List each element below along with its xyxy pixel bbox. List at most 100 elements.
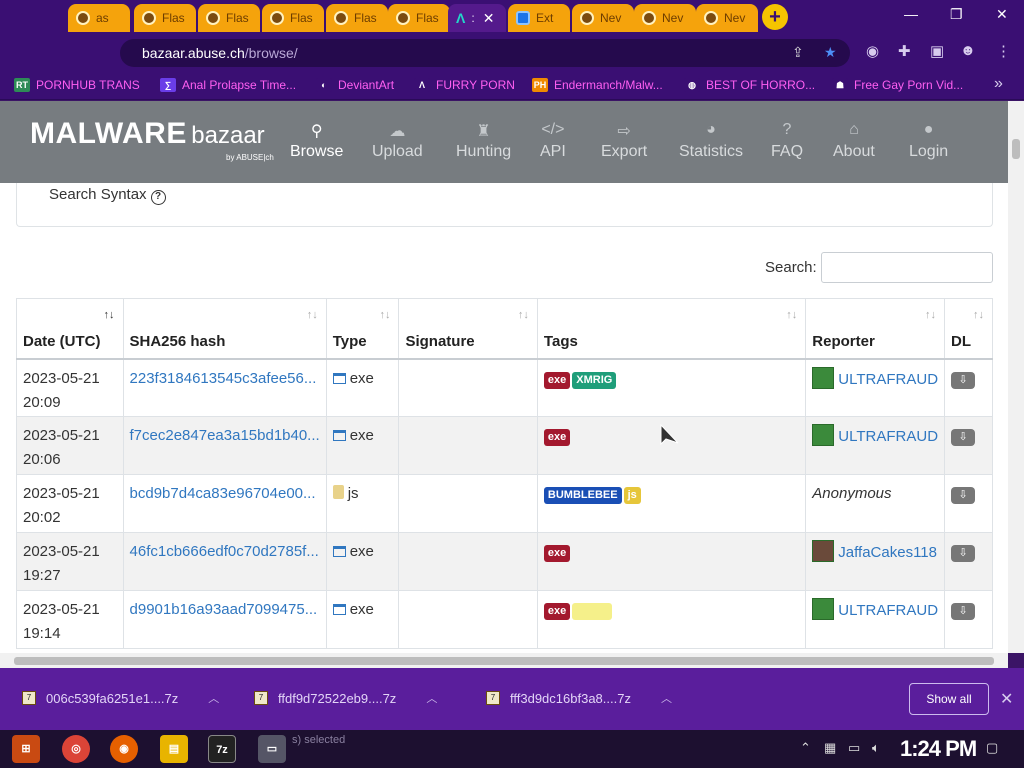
tag-badge[interactable]: exe — [543, 545, 571, 562]
nav-api[interactable]: </> API — [540, 121, 566, 161]
cloud-download-icon[interactable]: ⇩ — [951, 429, 976, 446]
minimize-icon[interactable]: — — [904, 6, 918, 22]
column-header[interactable]: Type ↑↓ — [325, 298, 400, 360]
tag-badge[interactable]: exe — [543, 429, 571, 446]
sha256-link[interactable]: 46fc1cb666edf0c70d2785f... — [130, 543, 319, 560]
nav-export[interactable]: ⇨ Export — [601, 121, 647, 161]
sidebar-icon[interactable]: ▣ — [930, 42, 944, 60]
window-taskbar-icon[interactable]: ▭ — [258, 735, 286, 763]
menu-kebab-icon[interactable]: ⋮ — [996, 42, 1011, 60]
volume-icon[interactable]: 🔈︎ — [872, 740, 880, 756]
bookmark-item[interactable]: ◍ BEST OF HORRO... — [684, 78, 815, 92]
search-input[interactable] — [821, 252, 993, 283]
browser-tab[interactable]: Flas — [262, 4, 324, 32]
chrome-taskbar-icon[interactable]: ◎ — [62, 735, 90, 763]
bookmark-item[interactable]: PH Endermanch/Malw... — [532, 78, 663, 92]
browser-tab[interactable]: Flas — [388, 4, 450, 32]
close-window-icon[interactable]: ✕ — [996, 6, 1008, 23]
browser-tab[interactable]: Nev — [696, 4, 758, 32]
tag-badge[interactable]: BUMBLEBEE — [543, 487, 622, 504]
column-header[interactable]: DL ↑↓ — [944, 298, 993, 360]
help-circle-icon[interactable]: ? — [150, 190, 166, 205]
address-bar[interactable]: bazaar.abuse.ch/browse/ ⇪ ★ — [120, 39, 850, 67]
share-icon[interactable]: ⇪ — [792, 44, 804, 61]
sha256-link[interactable]: d9901b16a93aad7099475... — [130, 601, 318, 618]
download-item[interactable]: 7 006c539fa6251e1....7z ︿ — [22, 690, 219, 706]
firefox-taskbar-icon[interactable]: ◉ — [110, 735, 138, 763]
sort-desc-icon[interactable]: ↑↓ — [104, 309, 115, 321]
column-header[interactable]: Signature ↑↓ — [398, 298, 538, 360]
cloud-download-icon[interactable]: ⇩ — [951, 371, 976, 389]
sort-icon[interactable]: ↑↓ — [379, 309, 390, 321]
browser-tab[interactable]: Λ: ✕ — [448, 4, 506, 32]
sort-icon[interactable]: ↑↓ — [518, 309, 529, 321]
bookmark-item[interactable]: ∑ Anal Prolapse Time... — [160, 78, 296, 92]
nav-statistics[interactable]: ◕ Statistics — [679, 121, 743, 161]
search-syntax-link[interactable]: Search Syntax? — [49, 186, 166, 205]
browser-tab[interactable]: Flas — [198, 4, 260, 32]
chevron-up-icon[interactable]: ︿ — [208, 690, 219, 706]
reporter-name[interactable]: ULTRAFRAUD — [838, 371, 938, 388]
bookmark-star-icon[interactable]: ★ — [824, 44, 837, 61]
browser-tab[interactable]: Flas — [326, 4, 388, 32]
show-all-downloads-button[interactable]: Show all — [909, 683, 989, 715]
horizontal-scrollbar[interactable] — [0, 653, 1008, 668]
close-download-bar-icon[interactable]: ✕ — [1000, 689, 1013, 709]
cloud-download-icon[interactable]: ⇩ — [951, 603, 976, 620]
nav-hunting[interactable]: ♜ Hunting — [456, 121, 511, 161]
sort-icon[interactable]: ↑↓ — [307, 309, 318, 321]
sha256-link[interactable]: f7cec2e847ea3a15bd1b40... — [130, 427, 320, 444]
browser-tab[interactable]: Nev — [634, 4, 696, 32]
vertical-scrollbar[interactable] — [1008, 101, 1024, 653]
restore-icon[interactable]: ❐ — [950, 6, 963, 23]
taskbar-clock[interactable]: 1:24 PM — [900, 736, 977, 762]
tray-app-icon[interactable]: ▭ — [848, 740, 860, 756]
url-text[interactable]: bazaar.abuse.ch/browse/ — [142, 45, 298, 61]
tag-badge[interactable] — [572, 603, 613, 620]
tab-close-icon[interactable]: ✕ — [483, 10, 495, 27]
bookmark-item[interactable]: RT PORNHUB TRANS — [14, 78, 140, 92]
sha256-link[interactable]: bcd9b7d4ca83e96704e00... — [130, 485, 316, 502]
reporter-name[interactable]: ULTRAFRAUD — [838, 602, 938, 619]
tag-badge[interactable]: js — [623, 487, 641, 504]
chevron-up-icon[interactable]: ︿ — [661, 690, 672, 706]
file-explorer-taskbar-icon[interactable]: ▤ — [160, 735, 188, 763]
sort-icon[interactable]: ↑↓ — [786, 309, 797, 321]
nav-browse[interactable]: ⚲ Browse — [290, 121, 343, 161]
network-icon[interactable]: ▦ — [824, 740, 836, 756]
column-header[interactable]: Reporter ↑↓ — [805, 298, 946, 360]
browser-tab[interactable]: as — [68, 4, 130, 32]
reporter-name[interactable]: ULTRAFRAUD — [838, 428, 938, 445]
nav-login[interactable]: ● Login — [909, 121, 948, 161]
tray-chevron-icon[interactable]: ⌃ — [800, 740, 811, 756]
cloud-download-icon[interactable]: ⇩ — [951, 487, 976, 504]
sort-icon[interactable]: ↑↓ — [925, 309, 936, 321]
7zip-taskbar-icon[interactable]: 7z — [208, 735, 236, 763]
malware-bazaar-logo[interactable]: MALWARE bazaar by ABUSE|ch — [30, 117, 274, 162]
reporter-name[interactable]: JaffaCakes118 — [838, 544, 937, 561]
chevron-up-icon[interactable]: ︿ — [426, 690, 437, 706]
cloud-download-icon[interactable]: ⇩ — [951, 545, 976, 562]
bookmark-item[interactable]: ☗ Free Gay Porn Vid... — [832, 78, 963, 92]
tag-badge[interactable]: exe — [543, 603, 571, 620]
nav-upload[interactable]: ☁ Upload — [372, 121, 423, 161]
browser-tab[interactable]: Nev — [572, 4, 634, 32]
sort-icon[interactable]: ↑↓ — [973, 309, 984, 321]
nav-faq[interactable]: ? FAQ — [771, 121, 803, 161]
download-item[interactable]: 7 fff3d9dc16bf3a8....7z ︿ — [486, 690, 672, 706]
account-icon[interactable]: ☻ — [960, 42, 976, 59]
bookmark-item[interactable]: Λ FURRY PORN — [414, 78, 515, 92]
sha256-link[interactable]: 223f3184613545c3afee56... — [130, 370, 317, 387]
notifications-icon[interactable]: ▢ — [986, 740, 998, 756]
browser-tab[interactable]: Ext — [508, 4, 570, 32]
tag-badge[interactable]: XMRIG — [572, 371, 617, 389]
start-button[interactable]: ⊞ — [12, 735, 40, 763]
column-header[interactable]: SHA256 hash ↑↓ — [122, 298, 327, 360]
tag-badge[interactable]: exe — [543, 371, 571, 389]
download-item[interactable]: 7 ffdf9d72522eb9....7z ︿ — [254, 690, 437, 706]
nav-about[interactable]: ⌂ About — [833, 121, 875, 161]
extensions-icon[interactable]: ✚ — [898, 42, 911, 60]
column-header[interactable]: Tags ↑↓ — [536, 298, 807, 360]
bookmarks-overflow-icon[interactable]: » — [994, 75, 1003, 93]
browser-tab[interactable]: Flas — [134, 4, 196, 32]
